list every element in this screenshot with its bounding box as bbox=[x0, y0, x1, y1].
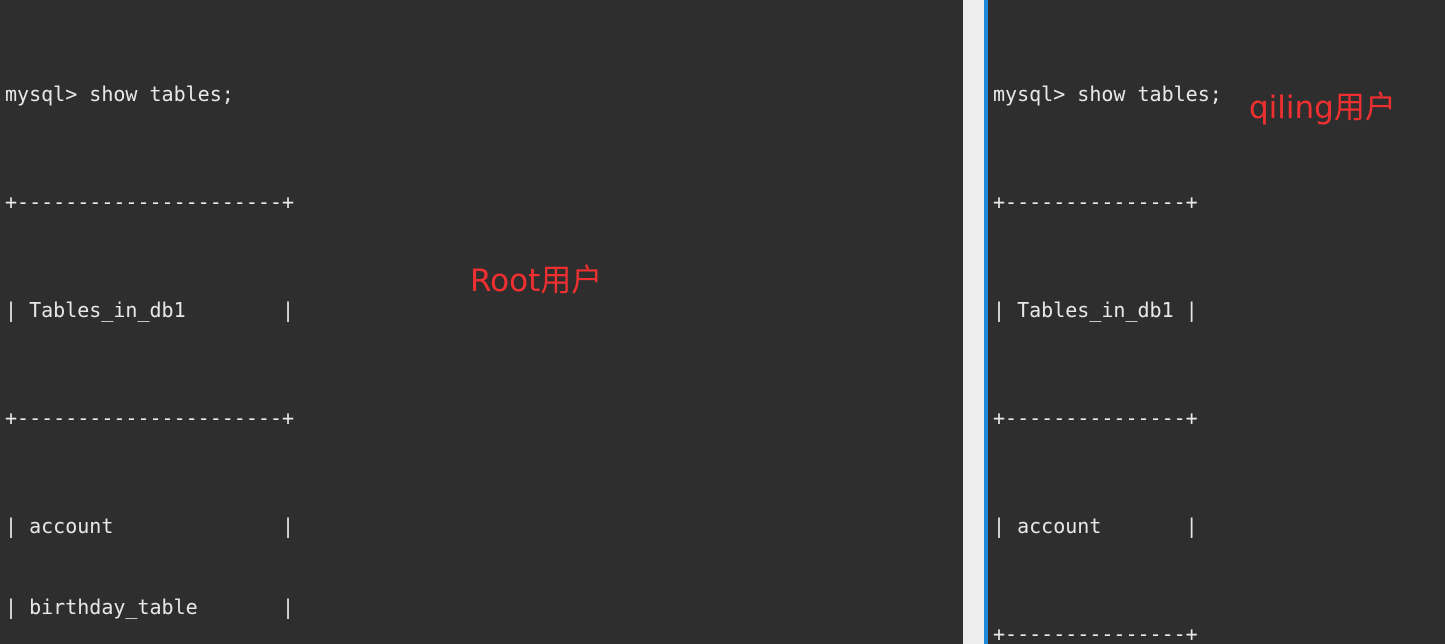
left-table-top-rule: +----------------------+ bbox=[5, 190, 294, 214]
left-terminal-panel[interactable]: mysql> show tables; +-------------------… bbox=[0, 0, 963, 644]
screen-root: mysql> show tables; +-------------------… bbox=[0, 0, 1445, 644]
right-table-top-rule: +---------------+ bbox=[993, 190, 1198, 214]
table-row: | birthday_table | bbox=[5, 595, 294, 619]
left-prompt-command-line: mysql> show tables; bbox=[5, 82, 234, 106]
panel-gap bbox=[963, 0, 984, 644]
right-table-bottom-rule: +---------------+ bbox=[993, 622, 1198, 644]
right-table-header-row: | Tables_in_db1 | bbox=[993, 298, 1198, 322]
left-table-header-rule: +----------------------+ bbox=[5, 406, 294, 430]
annotation-qiling-user: qiling用户 bbox=[1249, 90, 1396, 126]
table-row: | account | bbox=[993, 514, 1198, 538]
left-table-header-row: | Tables_in_db1 | bbox=[5, 298, 294, 322]
right-table-header-rule: +---------------+ bbox=[993, 406, 1198, 430]
annotation-root-user: Root用户 bbox=[470, 263, 603, 299]
table-row: | account | bbox=[5, 514, 294, 538]
